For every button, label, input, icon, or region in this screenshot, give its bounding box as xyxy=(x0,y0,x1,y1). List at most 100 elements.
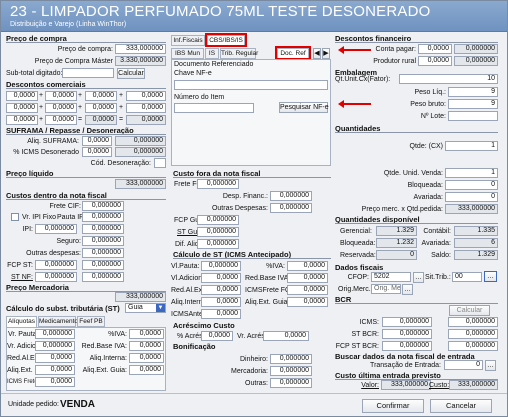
desconto-input[interactable]: 0,0000 xyxy=(126,103,166,113)
preco-liquido-value[interactable]: 333,000000 xyxy=(115,179,166,189)
desconto-input[interactable]: 0,0000 xyxy=(45,115,77,125)
frete-cif-input[interactable]: 0,000000 xyxy=(82,201,124,211)
red-base-iva-input[interactable]: 0,0000 xyxy=(129,341,164,351)
qt-unit-cx-field[interactable]: 10 xyxy=(399,74,498,84)
guia-select[interactable]: Guia ▼ xyxy=(125,303,166,313)
icms-desonerado-value[interactable]: 0,000000 xyxy=(115,147,166,157)
cfop-search-button[interactable]: … xyxy=(413,272,424,283)
red-base-iva-ant-input[interactable]: 0,0000 xyxy=(287,273,328,283)
vr-ipi-fixo-checkbox[interactable] xyxy=(11,213,19,221)
aliq-suframa-value[interactable]: 0,000000 xyxy=(115,136,166,146)
icms-desonerado-input[interactable]: 0,0000 xyxy=(82,147,112,157)
st-bcr-input[interactable]: 0,000000 xyxy=(382,329,432,339)
vl-adicional-input[interactable]: 0,0000 xyxy=(201,273,241,283)
ipi-percent-input[interactable]: 0,000000 xyxy=(35,224,77,234)
desconto-total-valor[interactable]: 0,0000 xyxy=(126,115,166,125)
preco-merc-qtd-value[interactable]: 333,000000 xyxy=(445,204,498,214)
seguro-input[interactable]: 0,000000 xyxy=(82,236,124,246)
outras-despesas-fora-input[interactable]: 0,000000 xyxy=(270,203,312,213)
tab-is[interactable]: IS xyxy=(205,48,219,59)
frete-fob-input[interactable]: 0,000000 xyxy=(197,179,239,189)
preco-mercadoria-value[interactable]: 333,000000 xyxy=(115,292,166,302)
iva-input[interactable]: 0,0000 xyxy=(129,329,164,339)
conta-pagar-value[interactable]: 0,000000 xyxy=(454,44,498,54)
icms-antec-input[interactable]: 0,0000 xyxy=(201,309,241,319)
fcp-st-bcr-input[interactable]: 0,000000 xyxy=(382,341,432,351)
tab-feef-pb[interactable]: Feef PB xyxy=(77,316,105,327)
outras-bonif-input[interactable]: 0,000000 xyxy=(270,378,312,388)
aliq-interna-ant-input[interactable]: 0,0000 xyxy=(201,297,241,307)
numero-item-input[interactable] xyxy=(174,103,254,113)
preco-master-field[interactable]: 3.330,000000 xyxy=(115,56,166,66)
produtor-rural-percent[interactable]: 0,0000 xyxy=(418,56,452,66)
fcp-st-percent[interactable]: 0,000000 xyxy=(35,260,77,270)
tab-inf-fiscais[interactable]: Inf.Fiscais xyxy=(171,35,205,46)
icms-frete-fob-ant-input[interactable]: 0,0000 xyxy=(287,285,328,295)
tab-aliquotas[interactable]: Alíquotas xyxy=(6,316,37,327)
desconto-input[interactable]: 0,0000 xyxy=(126,91,166,101)
sit-trib-search-button[interactable]: … xyxy=(484,271,497,282)
tab-medicamentos[interactable]: Medicamentos xyxy=(38,316,81,327)
desconto-input[interactable]: 0,0000 xyxy=(6,91,38,101)
produtor-rural-value[interactable]: 0,000000 xyxy=(454,56,498,66)
cod-desoneracao-input[interactable] xyxy=(154,158,166,168)
vr-acres-input[interactable]: 0,0000 xyxy=(263,331,309,341)
mercadoria-input[interactable]: 0,000000 xyxy=(270,366,312,376)
preco-compra-input[interactable]: 333,000000 xyxy=(115,44,166,54)
icms-bcr-input[interactable]: 0,000000 xyxy=(382,317,432,327)
aliq-suframa-input[interactable]: 0,0000 xyxy=(82,136,112,146)
gerencial-value[interactable]: 1.329 xyxy=(376,226,417,236)
desconto-input[interactable]: 0,0000 xyxy=(6,103,38,113)
cancelar-button[interactable]: Cancelar xyxy=(430,399,492,413)
desconto-input[interactable]: 0,0000 xyxy=(85,91,117,101)
bcr-calcular-button[interactable]: Calcular xyxy=(449,305,490,316)
st-nf-text[interactable]: ST NF: xyxy=(11,274,33,281)
outras-despesas-input[interactable]: 0,000000 xyxy=(82,248,124,258)
st-nf-percent[interactable]: 0,000000 xyxy=(35,272,77,282)
desconto-input[interactable]: 0,0000 xyxy=(45,91,77,101)
tab-scroll-left-icon[interactable]: ◀ xyxy=(313,48,321,59)
iva-ant-input[interactable]: 0,0000 xyxy=(287,261,328,271)
fcp-guia-input[interactable]: 0,000000 xyxy=(197,215,239,225)
qtde-cx-input[interactable]: 1 xyxy=(445,141,498,151)
pauta-ipi-input[interactable]: 0,000000 xyxy=(82,212,124,222)
dif-aliq-input[interactable]: 0,000000 xyxy=(197,239,239,249)
aliq-ext-guia-ant-input[interactable]: 0,0000 xyxy=(287,297,328,307)
st-nf-value[interactable]: 0,000000 xyxy=(82,272,124,282)
aliq-ext-guia-input[interactable]: 0,0000 xyxy=(129,365,164,375)
transacao-search-button[interactable]: … xyxy=(485,360,496,371)
acres-percent-input[interactable]: 0,0000 xyxy=(201,331,233,341)
cfop-input[interactable]: 5202 xyxy=(371,272,411,282)
st-nf-link[interactable]: ST NF: xyxy=(6,274,33,281)
tab-ibs-mun[interactable]: IBS Mun xyxy=(171,48,204,59)
avariada-input[interactable]: 0 xyxy=(445,192,498,202)
fcp-st-bcr-value[interactable]: 0,000000 xyxy=(448,341,498,351)
orig-merc-search-button[interactable]: … xyxy=(402,284,413,295)
orig-merc-input[interactable]: Orig. Merc xyxy=(371,284,401,294)
custo-link[interactable]: Custo: xyxy=(429,382,449,389)
desconto-total[interactable]: 0,0000 xyxy=(85,115,117,125)
peso-liq-field[interactable]: 9 xyxy=(448,87,498,97)
transacao-entrada-input[interactable]: 0 xyxy=(444,360,483,370)
aliq-interna-input[interactable]: 0,0000 xyxy=(129,353,164,363)
desconto-input[interactable]: 0,0000 xyxy=(85,103,117,113)
icms-frete-fob-input[interactable]: 0,0000 xyxy=(35,377,75,387)
saldo-value[interactable]: 1.329 xyxy=(454,250,498,260)
bloqueada-disp-value[interactable]: 1.232 xyxy=(376,238,417,248)
aliq-ext-nf-input[interactable]: 0,0000 xyxy=(35,365,75,375)
confirmar-button[interactable]: Confirmar xyxy=(362,399,424,413)
desconto-input[interactable]: 0,0000 xyxy=(45,103,77,113)
chave-nfe-input[interactable] xyxy=(174,80,328,90)
sit-trib-input[interactable]: 00 xyxy=(452,272,482,282)
desp-financ-input[interactable]: 0,000000 xyxy=(270,191,312,201)
custo-field[interactable]: 333,000000 xyxy=(449,380,498,390)
conta-pagar-percent[interactable]: 0,0000 xyxy=(418,44,452,54)
icms-bcr-value[interactable]: 0,000000 xyxy=(448,317,498,327)
valor-text[interactable]: Valor: xyxy=(361,382,379,389)
n-lote-field[interactable] xyxy=(448,111,498,121)
valor-link[interactable]: Valor: xyxy=(341,382,379,389)
bloqueada-input[interactable]: 0 xyxy=(445,180,498,190)
pesquisar-nfe-button[interactable]: Pesquisar NF-e xyxy=(279,102,329,113)
subtotal-input[interactable] xyxy=(62,68,114,78)
tab-scroll-right-icon[interactable]: ▶ xyxy=(322,48,330,59)
